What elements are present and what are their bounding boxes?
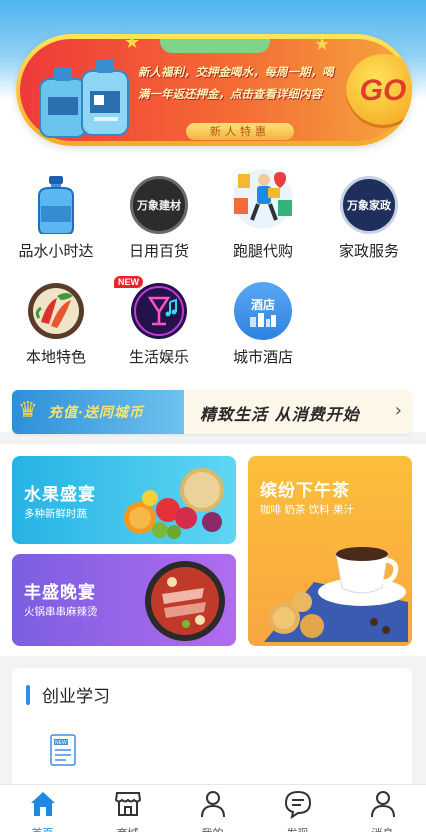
chevron-right-icon: ›: [394, 400, 402, 421]
bottom-tab-bar: 首页 商城 我的 发现: [0, 784, 426, 832]
tab-label: 我的: [170, 825, 255, 832]
local-specialty-icon: [27, 282, 85, 340]
logo-text: 万象建材: [137, 199, 181, 212]
new-badge: NEW: [114, 276, 143, 288]
category-water-delivery[interactable]: 品水小时达: [6, 176, 106, 261]
dinner-feast-card[interactable]: 丰盛晚宴 火锅串串麻辣烫: [12, 554, 236, 646]
home-icon: [30, 792, 55, 816]
category-daily-goods[interactable]: 万象建材 日用百货: [109, 176, 209, 261]
document-new-icon[interactable]: NEW: [50, 734, 76, 766]
crown-icon: ♛: [18, 398, 38, 423]
card-subtitle: 火锅串串麻辣烫: [24, 606, 98, 618]
promo-text-line-2: 满一年返还押金，点击查看详细内容: [138, 87, 322, 101]
tab-label: 商城: [85, 825, 170, 832]
fruit-platter-icon: [124, 468, 224, 539]
home-page: 新人福利，交押金喝水，每周一期，喝 满一年返还押金，点击查看详细内容 新人特惠 …: [0, 0, 426, 832]
tab-home[interactable]: 首页: [0, 789, 85, 832]
promo-text: 新人福利，交押金喝水，每周一期，喝 满一年返还押金，点击查看详细内容: [138, 61, 343, 105]
tab-label: 发现: [255, 825, 340, 832]
fruit-feast-card[interactable]: 水果盛宴 多种新鲜时蔬: [12, 456, 236, 544]
star-icon: ★: [314, 34, 331, 55]
top-section: 新人福利，交押金喝水，每周一期，喝 满一年返还押金，点击查看详细内容 新人特惠 …: [0, 0, 426, 432]
housekeeping-logo-icon: 万象家政: [340, 176, 398, 234]
section-accent-bar: [26, 685, 30, 705]
tab-profile[interactable]: 我的: [170, 789, 255, 832]
category-city-hotel[interactable]: 酒店 城市酒店: [213, 282, 313, 367]
tab-messages[interactable]: 消息: [340, 789, 425, 832]
coffee-cookies-icon: [264, 547, 408, 642]
recharge-text: 充值·送同城币: [48, 405, 144, 421]
card-title: 缤纷下午茶: [260, 481, 350, 501]
courier-icon: [228, 164, 298, 234]
category-label: 本地特色: [25, 348, 86, 366]
tab-label: 首页: [0, 825, 85, 832]
new-tag-text: NEW: [55, 740, 67, 746]
tab-mall[interactable]: 商城: [85, 789, 170, 832]
logo-text: 酒店: [250, 297, 275, 312]
recharge-banner[interactable]: ♛ 充值·送同城币 精致生活 从消费开始 ›: [12, 390, 412, 434]
logo-text: 万象家政: [347, 199, 391, 212]
category-errand-service[interactable]: 跑腿代购: [213, 169, 313, 261]
hotel-icon: 酒店: [234, 282, 292, 340]
feature-cards-section: 水果盛宴 多种新鲜时蔬 丰盛晚宴 火锅串串麻辣烫 缤纷下午茶 咖啡 奶茶 饮料 …: [0, 444, 426, 656]
startup-learning-section: 创业学习 NEW: [12, 668, 412, 788]
promo-banner[interactable]: 新人福利，交押金喝水，每周一期，喝 满一年返还押金，点击查看详细内容 新人特惠 …: [16, 34, 412, 146]
category-label: 生活娱乐: [128, 348, 189, 366]
afternoon-tea-card[interactable]: 缤纷下午茶 咖啡 奶茶 饮料 果汁: [248, 456, 412, 646]
recharge-banner-left: ♛ 充值·送同城币: [12, 390, 184, 434]
user-icon: [200, 791, 225, 818]
card-title: 水果盛宴: [24, 485, 96, 505]
chat-bubble-icon: [284, 790, 311, 820]
promo-text-line-1: 新人福利，交押金喝水，每周一期，喝: [138, 65, 334, 79]
category-label: 城市酒店: [232, 348, 293, 366]
city-skyline-icon: [250, 312, 276, 327]
category-label: 跑腿代购: [232, 242, 293, 260]
entertainment-icon: NEW: [114, 276, 188, 340]
go-button[interactable]: GO: [346, 54, 412, 128]
promo-tab-decoration: [160, 39, 270, 53]
card-subtitle: 多种新鲜时蔬: [24, 508, 87, 520]
hotpot-icon: [145, 561, 225, 641]
go-button-label: GO: [359, 74, 407, 107]
building-materials-logo-icon: 万象建材: [130, 176, 188, 234]
category-local-specialty[interactable]: 本地特色: [6, 282, 106, 367]
category-entertainment[interactable]: NEW 生活娱乐: [109, 276, 209, 367]
person-icon: [370, 791, 395, 818]
recharge-slogan: 精致生活 从消费开始: [200, 405, 360, 424]
card-title: 丰盛晚宴: [24, 583, 96, 603]
store-icon: [114, 792, 141, 816]
tab-label: 消息: [340, 825, 425, 832]
star-icon: ★: [124, 34, 141, 53]
card-subtitle: 咖啡 奶茶 饮料 果汁: [260, 504, 355, 516]
section-title: 创业学习: [42, 687, 110, 707]
tab-discover[interactable]: 发现: [255, 789, 340, 832]
water-jug-icon: [39, 59, 129, 138]
category-label: 日用百货: [128, 242, 189, 260]
category-housekeeping[interactable]: 万象家政 家政服务: [319, 176, 419, 261]
promo-badge: 新人特惠: [186, 123, 294, 140]
water-bottle-icon: [27, 176, 85, 235]
category-label: 品水小时达: [18, 242, 94, 260]
promo-banner-inner: 新人福利，交押金喝水，每周一期，喝 满一年返还押金，点击查看详细内容 新人特惠 …: [20, 39, 412, 141]
category-label: 家政服务: [338, 242, 399, 260]
